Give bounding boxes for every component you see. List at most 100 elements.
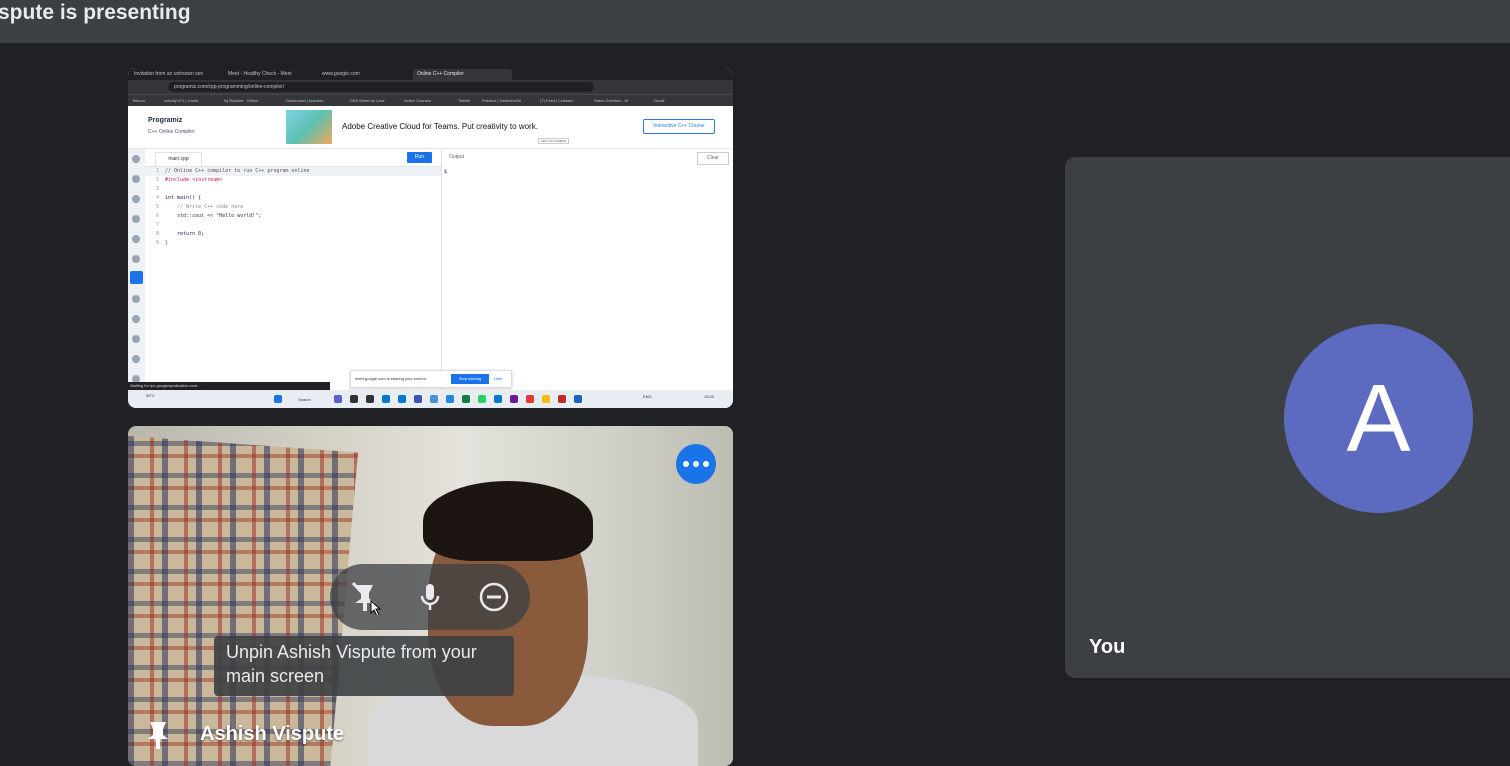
code-line: 4 int main() { [155, 195, 202, 201]
clear-button: Clear [697, 152, 729, 165]
app-icon [350, 395, 358, 403]
more-dot-icon [693, 461, 699, 467]
hide-button: Hide [494, 376, 503, 381]
run-button: Run [407, 152, 432, 163]
url-field: programiz.com/cpp-programming/online-com… [168, 82, 594, 92]
code-line: 5 // Write C++ code here [155, 204, 244, 210]
output-pane: Output Clear $ [441, 149, 733, 389]
code-line: 1// Online C++ compiler to run C++ progr… [145, 167, 441, 176]
ad-text: Adobe Creative Cloud for Teams. Put crea… [342, 122, 538, 131]
more-dot-icon [703, 461, 709, 467]
bookmark: Practice | GeeksforGe [482, 98, 522, 103]
tile-controls [330, 564, 530, 630]
pin-icon [146, 719, 170, 756]
html-icon [132, 215, 140, 223]
bookmark: TelBelt [458, 98, 471, 103]
language-indicator: ENG [643, 394, 652, 399]
code-line: 6 std::cout << "Hello world!"; [155, 213, 262, 219]
sql-icon [132, 195, 140, 203]
bookmark: Dashboard | Academ [286, 98, 324, 103]
windows-taskbar: 30°C Search ENG 15:00 [128, 390, 733, 408]
code-line: 3 [155, 186, 159, 192]
site-header: Programiz C++ Online Compiler Adobe Crea… [128, 106, 733, 149]
bookmark: Stack Overflow - W [594, 98, 629, 103]
discord-icon [414, 395, 422, 403]
bookmark: Inj Replant · Girlfco [224, 98, 259, 103]
mute-button[interactable] [412, 579, 448, 615]
bookmark: Gmail [654, 98, 665, 103]
participant-name: Ashish Vispute [200, 723, 345, 745]
more-options-button[interactable] [676, 444, 716, 484]
code-line: 8 return 0; [155, 231, 205, 237]
remove-button[interactable] [476, 579, 512, 615]
share-message: meet.google.com is sharing your screen. [355, 376, 428, 381]
more-dot-icon [683, 461, 689, 467]
teams-icon [334, 395, 342, 403]
app-icon [462, 395, 470, 403]
browser-tab: www.google.com [322, 71, 360, 77]
bookmark: (7) Feed | LinkedIn [540, 98, 574, 103]
self-label: You [1089, 636, 1126, 658]
code-line: 2 #include <iostream> [155, 177, 223, 183]
output-line: $ [444, 169, 448, 175]
youtube-icon [526, 395, 534, 403]
participant-hair [423, 481, 593, 561]
edge-icon [446, 395, 454, 403]
c-icon [132, 255, 140, 263]
bookmark: Active Courses [404, 98, 431, 103]
terminal-icon [366, 395, 374, 403]
microphone-icon [420, 584, 440, 610]
presenting-title: spute is presenting [0, 1, 191, 24]
video-background [128, 436, 358, 766]
python-icon [132, 155, 140, 163]
windows-start-icon [274, 395, 282, 403]
address-bar: programiz.com/cpp-programming/online-com… [128, 80, 733, 94]
vscode-icon [494, 395, 502, 403]
output-label: Output [449, 154, 465, 160]
whatsapp-icon [478, 395, 486, 403]
unpin-tooltip: Unpin Ashish Vispute from your main scre… [214, 636, 514, 696]
app-icon [382, 395, 390, 403]
bookmark: Telenor [132, 98, 146, 103]
java-icon [132, 235, 140, 243]
app-icon [558, 395, 566, 403]
editor-header: main.cpp Run [145, 149, 441, 167]
presenting-bar: spute is presenting [0, 0, 1510, 43]
file-tab: main.cpp [155, 152, 202, 166]
ad-tag: ADS VIA CARBON [538, 138, 570, 144]
code-line: 7 [155, 222, 159, 228]
taskbar-search: Search [298, 397, 311, 402]
stop-sharing-button: Stop sharing [451, 374, 489, 384]
ad-image [286, 110, 332, 144]
self-video-tile[interactable]: A You [1065, 157, 1510, 678]
course-button: Interactive C++ Course [643, 119, 715, 134]
bookmarks-bar: Telenor zchody.071 | Cadet Inj Replant ·… [128, 94, 733, 106]
browser-tab: Meet - Healthy Check - Meet [228, 71, 292, 77]
language-sidebar [128, 149, 145, 389]
browser-tab: Invitation from an unknown sen [134, 71, 204, 77]
site-subtitle: C++ Online Compiler [148, 129, 195, 135]
app-icon [430, 395, 438, 403]
app-icon [398, 395, 406, 403]
php-icon [132, 355, 140, 363]
code-editor: 1// Online C++ compiler to run C++ progr… [145, 167, 441, 389]
bookmark: zchody.071 | Cadet [164, 98, 199, 103]
cpp-icon [130, 271, 143, 284]
status-line: Waiting for tpc.googlesyndication.com... [128, 382, 330, 390]
shared-screen-tile[interactable]: Invitation from an unknown sen Meet - He… [128, 68, 733, 408]
unpin-icon [351, 581, 381, 615]
browser-tab-bar: Invitation from an unknown sen Meet - He… [128, 68, 733, 80]
minus-circle-icon [479, 582, 509, 612]
chrome-icon [542, 395, 550, 403]
go-icon [132, 335, 140, 343]
participant-video-tile[interactable]: Unpin Ashish Vispute from your main scre… [128, 426, 733, 766]
unpin-button[interactable] [347, 579, 383, 615]
app-icon [510, 395, 518, 403]
app-icon [574, 395, 582, 403]
bookmark: DSA Sheet by Love [350, 98, 385, 103]
csharp-icon [132, 295, 140, 303]
js-icon [132, 315, 140, 323]
code-line: 9} [155, 240, 169, 246]
avatar: A [1284, 324, 1473, 513]
browser-tab-active: Online C++ Compiler [413, 69, 512, 80]
